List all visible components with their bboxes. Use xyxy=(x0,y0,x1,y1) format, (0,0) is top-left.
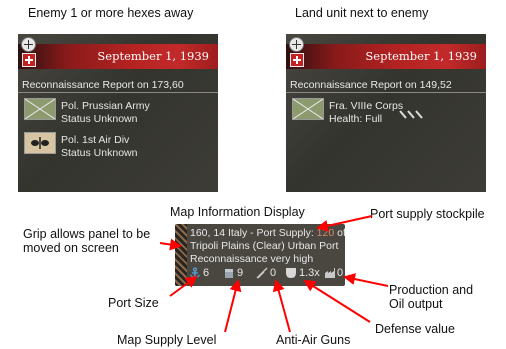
arrow-map-supply xyxy=(224,279,242,333)
arrow-port-stock xyxy=(316,215,373,232)
arrow-aa-guns xyxy=(272,279,291,333)
annotation-arrows xyxy=(159,215,389,333)
arrow-port-size xyxy=(169,275,198,297)
arrow-production xyxy=(343,273,389,287)
arrow-defense xyxy=(303,279,371,323)
arrow-grip xyxy=(159,238,182,251)
